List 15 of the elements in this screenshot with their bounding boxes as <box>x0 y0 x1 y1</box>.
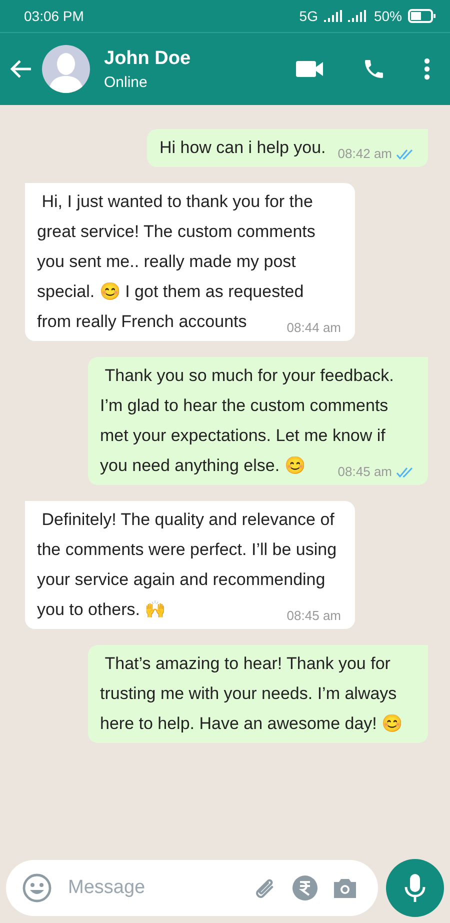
battery-percent: 50% <box>374 8 402 24</box>
status-time: 03:06 PM <box>24 8 84 24</box>
contact-name[interactable]: John Doe <box>104 48 288 70</box>
message-bubble: That’s amazing to hear! Thank you for trusting me with your needs. I’m always here to help. Have an awesome day! 😊 <box>88 645 428 743</box>
message-field[interactable]: Message <box>66 876 238 900</box>
network-label: 5G <box>299 8 318 24</box>
message-time: 08:44 am <box>286 319 341 337</box>
message-bubble: Hi how can i help you. 08:42 am <box>147 129 428 167</box>
message-bubble: Definitely! The quality and relevance of the comments were perfect. I’ll be using your service again and recommending you to others. 🙌 08:45 am <box>25 501 355 629</box>
message-time: 08:45 am <box>338 463 392 481</box>
message-bubble: Hi, I just wanted to thank you for the great service! The custom comments you sent me.. really made my post special. 😊 I got them as requested from really French accounts 08:44 am <box>25 183 355 341</box>
message-time: 08:42 am <box>338 145 392 163</box>
message-bubble: Thank you so much for your feedback. I’m glad to hear the custom comments met your expectations. Let me know if you need anything else. 😊 08:45 am <box>88 357 428 485</box>
message-time: 08:45 am <box>286 607 341 625</box>
contact-status: Online <box>104 74 148 90</box>
